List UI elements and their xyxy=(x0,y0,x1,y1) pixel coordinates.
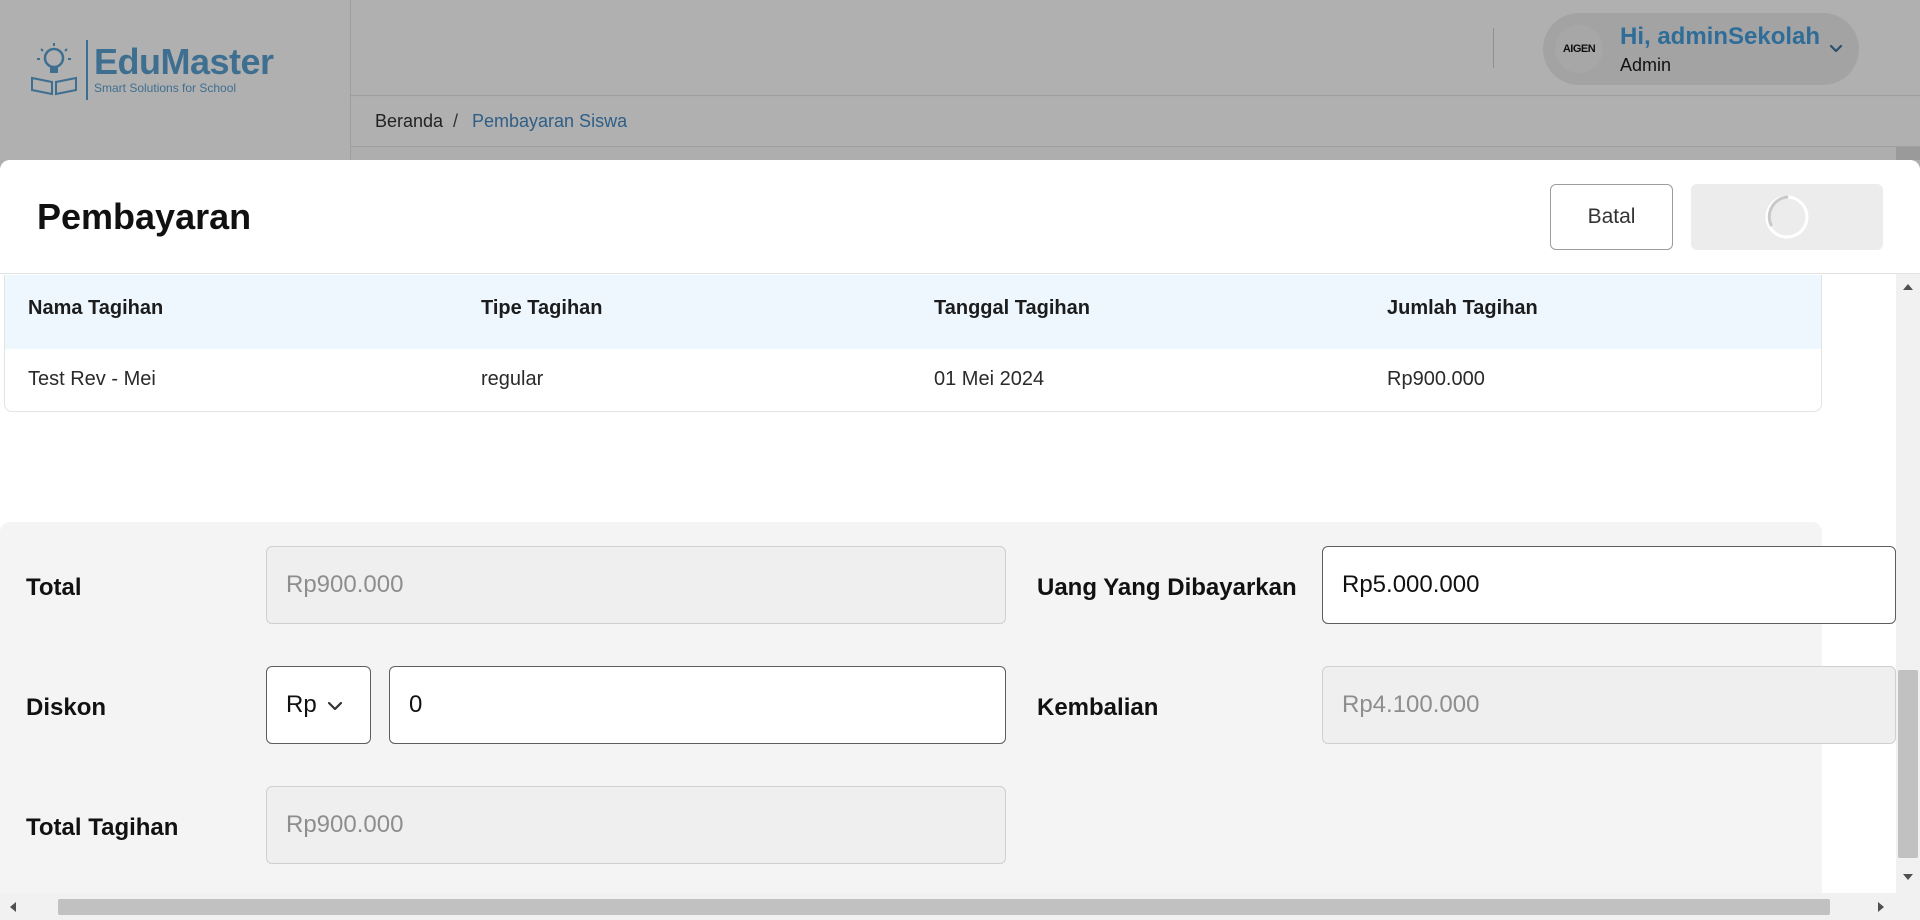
lightbulb-book-icon xyxy=(28,40,80,100)
top-header: AIGEN Hi, adminSekolah Admin xyxy=(351,0,1920,96)
header-divider xyxy=(1493,28,1494,68)
discount-input[interactable]: 0 xyxy=(389,666,1006,744)
change-label: Kembalian xyxy=(1037,694,1159,721)
cancel-button[interactable]: Batal xyxy=(1550,184,1673,250)
loading-spinner-icon xyxy=(1765,195,1809,239)
scroll-down-icon[interactable] xyxy=(1902,872,1914,882)
scrollbar-thumb[interactable] xyxy=(58,899,1830,915)
column-header: Tanggal Tagihan xyxy=(934,297,1090,319)
breadcrumb: Beranda / Pembayaran Siswa xyxy=(351,97,1920,147)
change-field: Rp4.100.000 xyxy=(1322,666,1896,744)
avatar: AIGEN xyxy=(1555,25,1603,73)
scroll-right-icon[interactable] xyxy=(1876,901,1886,913)
grand-total-field: Rp900.000 xyxy=(266,786,1006,864)
discount-label: Diskon xyxy=(26,694,107,721)
brand-tagline: Smart Solutions for School xyxy=(94,81,237,95)
modal-header: Pembayaran Batal xyxy=(0,160,1920,274)
grand-total-label: Total Tagihan xyxy=(26,814,179,841)
submit-button[interactable] xyxy=(1691,184,1883,250)
breadcrumb-current[interactable]: Pembayaran Siswa xyxy=(472,111,627,132)
bill-name-cell: Test Rev - Mei xyxy=(28,368,156,390)
user-role: Admin xyxy=(1620,55,1672,75)
chevron-down-icon xyxy=(327,701,343,711)
discount-type-value: Rp xyxy=(286,691,317,718)
brand-name: EduMaster xyxy=(94,41,274,82)
column-header: Tipe Tagihan xyxy=(481,297,603,319)
scrollbar-corner xyxy=(1896,893,1920,920)
modal-body: Nama Tagihan Tipe Tagihan Tanggal Tagiha… xyxy=(0,275,1896,893)
payment-modal: Pembayaran Batal Nama Tagihan Tipe Tagih… xyxy=(0,160,1920,920)
horizontal-scrollbar[interactable] xyxy=(0,893,1896,920)
logo-text: EduMaster Smart Solutions for School xyxy=(94,44,274,96)
bill-amount-cell: Rp900.000 xyxy=(1387,368,1485,390)
breadcrumb-home[interactable]: Beranda xyxy=(375,111,443,132)
sidebar: EduMaster Smart Solutions for School xyxy=(0,0,351,160)
vertical-scrollbar[interactable] xyxy=(1896,274,1920,893)
scroll-left-icon[interactable] xyxy=(8,901,18,913)
bill-date-cell: 01 Mei 2024 xyxy=(934,368,1045,390)
breadcrumb-separator: / xyxy=(453,111,459,131)
column-header: Jumlah Tagihan xyxy=(1387,297,1538,319)
table-header-row: Nama Tagihan Tipe Tagihan Tanggal Tagiha… xyxy=(5,275,1821,349)
column-header: Nama Tagihan xyxy=(28,297,164,319)
total-label: Total xyxy=(26,574,82,601)
scrollbar-thumb[interactable] xyxy=(1898,670,1918,858)
modal-title: Pembayaran xyxy=(37,196,252,237)
page-scrollbar xyxy=(1896,147,1920,160)
payment-form: Total Rp900.000 Diskon Rp 0 Total Tagiha… xyxy=(0,522,1896,893)
bill-table: Nama Tagihan Tipe Tagihan Tanggal Tagiha… xyxy=(4,275,1822,412)
scroll-up-icon[interactable] xyxy=(1902,282,1914,292)
user-greeting: Hi, adminSekolah xyxy=(1620,23,1821,50)
bill-type-cell: regular xyxy=(481,368,544,390)
logo-divider xyxy=(86,40,88,100)
total-field: Rp900.000 xyxy=(266,546,1006,624)
discount-type-select[interactable]: Rp xyxy=(266,666,371,744)
paid-amount-label: Uang Yang Dibayarkan xyxy=(1037,574,1297,601)
paid-amount-input[interactable]: Rp5.000.000 xyxy=(1322,546,1896,624)
chevron-down-icon[interactable] xyxy=(1827,39,1845,57)
table-row: Test Rev - Mei regular 01 Mei 2024 Rp900… xyxy=(5,349,1821,411)
user-menu[interactable]: AIGEN Hi, adminSekolah Admin xyxy=(1543,13,1859,85)
brand-logo[interactable]: EduMaster Smart Solutions for School xyxy=(28,40,274,100)
